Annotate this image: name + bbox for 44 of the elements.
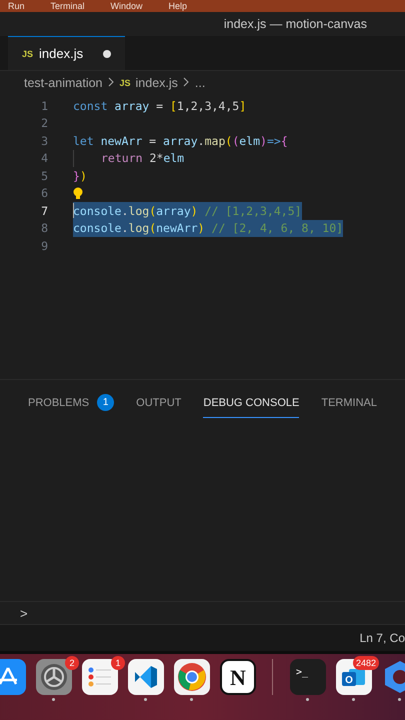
menu-item[interactable]: Help xyxy=(168,1,188,11)
lightbulb-icon[interactable] xyxy=(73,186,83,200)
code-line: const array = [1,2,3,4,5] xyxy=(73,98,246,114)
problem-count: 1 xyxy=(97,394,114,411)
notion-icon[interactable]: N xyxy=(220,659,256,695)
line-number: 3 xyxy=(40,134,49,148)
panel-tab[interactable]: TERMINAL xyxy=(321,388,377,418)
js-file-icon: JS xyxy=(120,78,131,88)
cursor-position[interactable]: Ln 7, Co xyxy=(360,631,405,645)
tab-label: index.js xyxy=(39,46,84,61)
panel-tab[interactable]: OUTPUT xyxy=(136,388,182,418)
menu-item[interactable]: Window xyxy=(110,1,143,11)
notification-count: 2 xyxy=(65,656,79,670)
menu-item[interactable]: Terminal xyxy=(50,1,85,11)
breadcrumb-more[interactable]: ... xyxy=(194,76,206,90)
line-number: 6 xyxy=(40,186,49,200)
panel-tab[interactable]: DEBUG CONSOLE xyxy=(203,388,300,418)
notification-count: 1 xyxy=(111,656,125,670)
notification-count: 2482 xyxy=(352,656,379,670)
line-number: 8 xyxy=(40,221,49,236)
code-line: }) xyxy=(73,168,87,184)
line-number: 1 xyxy=(40,98,49,113)
line-number: 5 xyxy=(40,168,49,183)
line-number: 9 xyxy=(40,238,49,253)
line-number: 7 xyxy=(40,204,49,218)
menu-item[interactable]: Run xyxy=(8,1,25,11)
dock-divider xyxy=(272,659,273,695)
breadcrumb-folder[interactable]: test-animation xyxy=(24,76,103,90)
app-store-icon[interactable] xyxy=(0,659,26,695)
editor-tab[interactable]: JS index.js xyxy=(8,36,125,70)
line-number: 4 xyxy=(40,151,49,166)
gear-icon[interactable] xyxy=(36,659,72,695)
panel-tab[interactable]: PROBLEMS 1 xyxy=(28,388,114,418)
window-title: index.js — motion-canvas xyxy=(224,17,367,31)
line-number: 2 xyxy=(40,116,49,130)
prompt-icon: > xyxy=(20,606,28,620)
browser-icon[interactable] xyxy=(174,659,210,695)
list-icon[interactable] xyxy=(82,659,118,695)
code-line: let newArr = array.map((elm)=>{ xyxy=(73,132,288,150)
breadcrumb-file[interactable]: index.js xyxy=(136,76,178,90)
terminal-icon[interactable]: >_ xyxy=(290,659,326,695)
js-file-icon: JS xyxy=(22,48,34,58)
code-line: return 2*elm xyxy=(101,150,184,167)
code-editor-icon[interactable] xyxy=(128,659,164,695)
